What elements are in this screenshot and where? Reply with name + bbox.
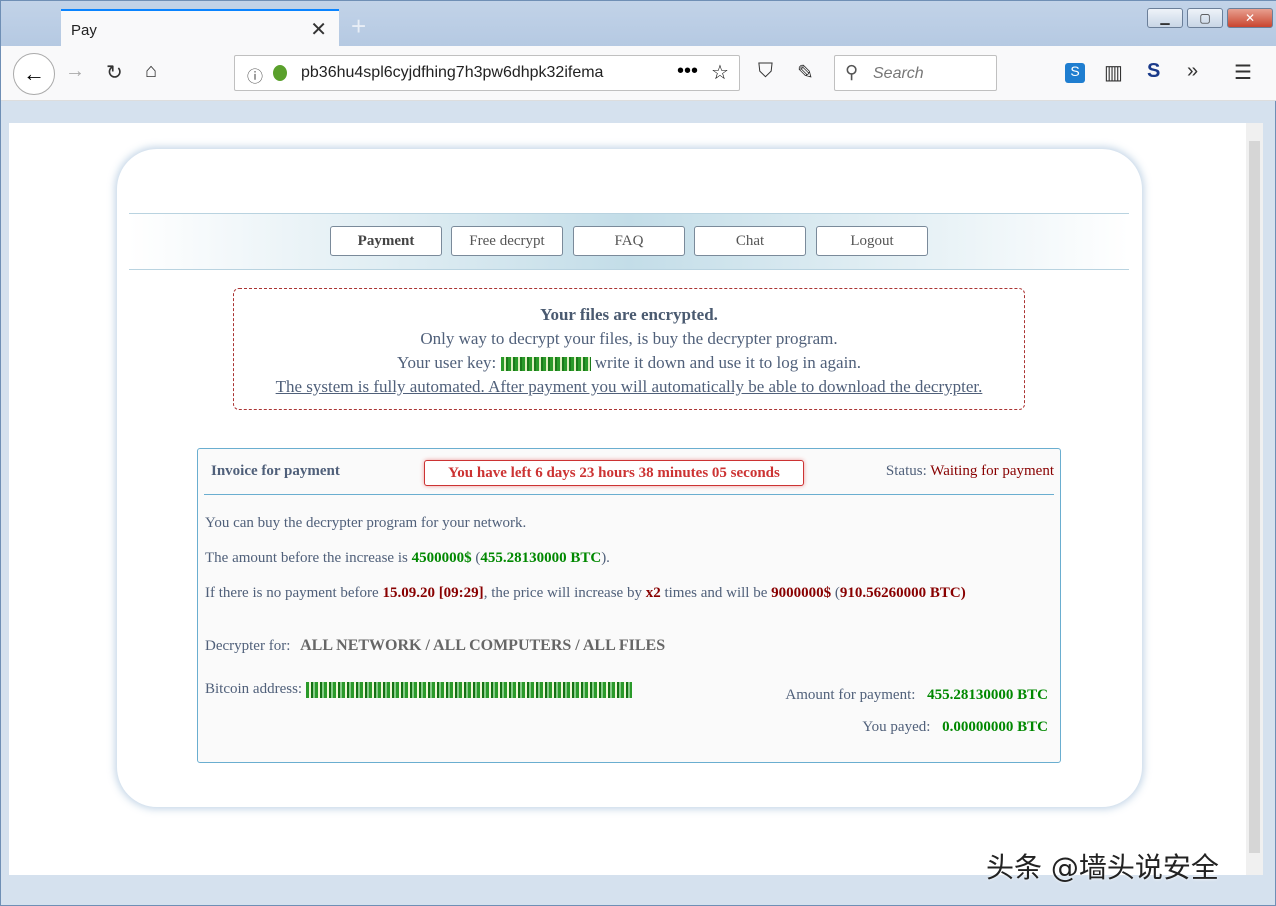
sidebar-icon[interactable]: ▥ <box>1104 60 1123 85</box>
star-icon[interactable]: ☆ <box>711 60 729 85</box>
amount-payment-value: 455.28130000 BTC <box>927 687 1048 703</box>
multiplier: x2 <box>645 585 661 601</box>
nav-faq[interactable]: FAQ <box>573 226 685 256</box>
new-tab-icon[interactable]: + <box>351 11 366 42</box>
nav-payment[interactable]: Payment <box>330 226 442 256</box>
watermark: 头条 @墙头说安全 <box>986 851 1219 884</box>
search-input[interactable]: ⚲ Search <box>834 55 997 91</box>
deadline-text: If there is no payment before <box>205 585 379 601</box>
amount-btc: 455.28130000 BTC <box>480 550 602 566</box>
menu-icon[interactable]: ☰ <box>1234 60 1252 85</box>
decrypter-value: ALL NETWORK / ALL COMPUTERS / ALL FILES <box>300 637 666 654</box>
user-key-label: Your user key: <box>396 353 497 372</box>
notice-line1: Only way to decrypt your files, is buy t… <box>420 329 838 348</box>
notice-title: Your files are encrypted. <box>540 305 718 324</box>
payed-value: 0.00000000 BTC <box>942 719 1048 735</box>
bitcoin-label: Bitcoin address: <box>205 681 303 697</box>
extension-s2-icon[interactable]: S <box>1147 60 1160 83</box>
url-bar[interactable]: ⓘ pb36hu4spl6cyjdfhing7h3pw6dhpk32ifema … <box>234 55 740 91</box>
onion-icon <box>273 65 287 81</box>
invoice-panel: Invoice for payment You have left 6 days… <box>197 448 1061 763</box>
shield-icon[interactable]: ⛉ <box>758 60 773 83</box>
deadline: 15.09.20 [09:29] <box>382 585 484 601</box>
search-placeholder: Search <box>873 65 924 82</box>
tab-strip: Pay ✕ + ▁ ▢ ✕ <box>1 1 1276 46</box>
increase-text2: times and will be <box>664 585 768 601</box>
info-icon[interactable]: ⓘ <box>247 63 263 87</box>
nav-free-decrypt[interactable]: Free decrypt <box>451 226 563 256</box>
nav-toolbar: ← → ↻ ⌂ ⓘ pb36hu4spl6cyjdfhing7h3pw6dhpk… <box>1 46 1276 101</box>
new-usd: 9000000$ <box>771 585 832 601</box>
invoice-header: Invoice for payment You have left 6 days… <box>204 449 1054 495</box>
status-value: Waiting for payment <box>930 463 1054 479</box>
invoice-line2: The amount before the increase is 450000… <box>205 550 610 566</box>
increase-text: , the price will increase by <box>483 585 642 601</box>
tab-pay[interactable]: Pay ✕ <box>61 9 339 46</box>
search-icon: ⚲ <box>845 62 859 82</box>
browser-window: Pay ✕ + ▁ ▢ ✕ ← → ↻ ⌂ ⓘ pb36hu4spl6cyjdf… <box>0 0 1276 906</box>
payed-label: You payed: <box>862 719 931 735</box>
bitcoin-address-redacted[interactable] <box>305 681 632 698</box>
invoice-title: Invoice for payment <box>211 463 340 479</box>
forward-icon[interactable]: → <box>65 60 85 83</box>
close-tab-icon[interactable]: ✕ <box>310 17 327 42</box>
countdown-timer: You have left 6 days 23 hours 38 minutes… <box>424 460 804 486</box>
nav-logout[interactable]: Logout <box>816 226 928 256</box>
scrollbar-thumb[interactable] <box>1249 141 1260 853</box>
reload-icon[interactable]: ↻ <box>106 60 123 85</box>
amount-text: The amount before the increase is <box>205 550 408 566</box>
user-key-redacted <box>500 357 591 372</box>
extension-s-icon[interactable]: S <box>1065 63 1085 83</box>
new-btc: 910.56260000 BTC) <box>839 585 966 601</box>
decrypter-label: Decrypter for: <box>205 638 291 654</box>
user-key-hint: write it down and use it to log in again… <box>594 353 862 372</box>
maximize-button[interactable]: ▢ <box>1187 8 1223 28</box>
close-window-button[interactable]: ✕ <box>1227 8 1273 28</box>
url-text[interactable]: pb36hu4spl6cyjdfhing7h3pw6dhpk32ifema <box>301 64 671 82</box>
back-button[interactable]: ← <box>13 53 55 95</box>
amount-usd: 4500000$ <box>411 550 472 566</box>
main-nav: Payment Free decrypt FAQ Chat Logout <box>129 213 1129 270</box>
home-icon[interactable]: ⌂ <box>145 60 157 83</box>
nav-chat[interactable]: Chat <box>694 226 806 256</box>
minimize-button[interactable]: ▁ <box>1147 8 1183 28</box>
tab-title: Pay <box>71 22 97 39</box>
overflow-icon[interactable]: » <box>1187 60 1198 83</box>
encryption-notice: Your files are encrypted. Only way to de… <box>233 288 1025 410</box>
notice-line3: The system is fully automated. After pay… <box>275 377 983 396</box>
amount-payment-label: Amount for payment: <box>785 687 916 703</box>
invoice-line1: You can buy the decrypter program for yo… <box>205 515 527 531</box>
status-label: Status: <box>885 463 927 479</box>
invoice-line3: If there is no payment before 15.09.20 [… <box>205 585 966 601</box>
noscript-icon[interactable]: ✎ <box>797 60 814 85</box>
more-icon[interactable]: ••• <box>677 60 698 83</box>
